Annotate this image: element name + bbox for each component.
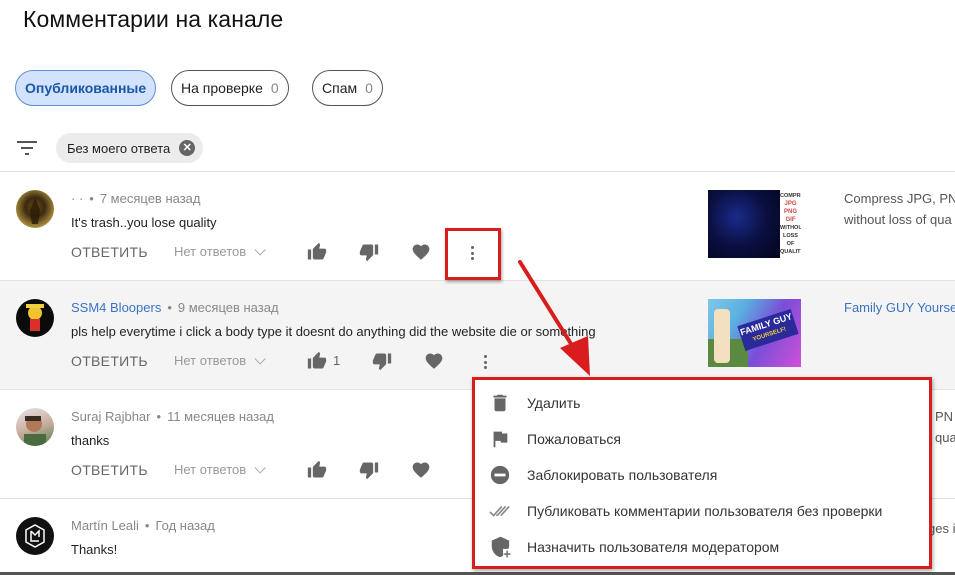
comment-text: Thanks! <box>71 542 118 557</box>
more-options-icon[interactable] <box>484 355 488 369</box>
comment-time[interactable]: 7 месяцев назад <box>100 191 201 206</box>
thumbs-down-icon[interactable] <box>372 351 392 371</box>
tab-count: 0 <box>365 80 373 96</box>
shield-plus-icon <box>491 536 511 558</box>
comment-meta: Martín Leali • Год назад <box>71 518 215 533</box>
tab-spam[interactable]: Спам 0 <box>312 70 383 106</box>
comment-text: thanks <box>71 433 110 448</box>
chevron-down-icon <box>254 243 266 256</box>
menu-item-label: Удалить <box>527 395 581 411</box>
menu-item-block-user[interactable]: Заблокировать пользователя <box>475 457 929 493</box>
thumbs-up-icon[interactable] <box>307 460 327 480</box>
video-thumbnail[interactable]: COMPRESS JPG PNG GIF WITHOUT LOSS OF QUA… <box>708 190 801 258</box>
replies-toggle[interactable]: Нет ответов <box>174 461 266 477</box>
reply-button[interactable]: ОТВЕТИТЬ <box>71 244 148 260</box>
video-title-line: without loss of qua <box>844 212 952 227</box>
comment-actions: ОТВЕТИТЬ <box>71 242 148 262</box>
video-title[interactable]: ges i <box>928 518 955 539</box>
comment-time[interactable]: 11 месяцев назад <box>167 409 274 424</box>
menu-item-label: Заблокировать пользователя <box>527 467 718 483</box>
avatar[interactable] <box>16 408 54 446</box>
tab-label: Спам <box>322 80 358 96</box>
video-title[interactable]: PN qua <box>935 406 955 448</box>
tab-published[interactable]: Опубликованные <box>15 70 157 106</box>
replies-label: Нет ответов <box>174 353 247 368</box>
heart-icon[interactable] <box>424 351 444 371</box>
like-count: 1 <box>333 353 341 368</box>
video-title[interactable]: Family GUY Yoursel <box>844 297 955 318</box>
comment-text: It's trash..you lose quality <box>71 215 217 230</box>
close-icon[interactable]: ✕ <box>179 140 196 156</box>
menu-item-approve-user[interactable]: Публиковать комментарии пользователя без… <box>475 493 929 529</box>
reply-button[interactable]: ОТВЕТИТЬ <box>71 462 148 478</box>
avatar[interactable] <box>16 190 54 228</box>
flag-icon <box>493 431 508 448</box>
comment-time[interactable]: Год назад <box>155 518 214 533</box>
thumb-text: JPG <box>784 201 797 207</box>
context-menu: Удалить Пожаловаться Заблокировать польз… <box>472 377 932 569</box>
comment-author[interactable]: Suraj Rajbhar <box>71 409 151 424</box>
comment-author[interactable]: Martín Leali <box>71 518 139 533</box>
chevron-down-icon <box>254 352 266 365</box>
thumb-text: PNG <box>783 209 797 215</box>
video-title-line: qua <box>935 430 955 445</box>
heart-icon[interactable] <box>411 460 431 480</box>
comment-time[interactable]: 9 месяцев назад <box>178 300 279 315</box>
thumb-text: GIF <box>785 217 796 223</box>
reply-button[interactable]: ОТВЕТИТЬ <box>71 353 148 369</box>
comment-text: pls help everytime i click a body type i… <box>71 324 596 339</box>
menu-item-label: Пожаловаться <box>527 431 622 447</box>
chevron-down-icon <box>254 461 266 474</box>
heart-icon[interactable] <box>411 242 431 262</box>
tab-review[interactable]: На проверке 0 <box>171 70 289 106</box>
video-title-line: PN <box>935 409 954 424</box>
video-thumbnail[interactable]: FAMILY GUY YOURSELF! <box>708 299 801 367</box>
replies-toggle[interactable]: Нет ответов <box>174 352 266 368</box>
highlight-box <box>445 228 501 280</box>
replies-label: Нет ответов <box>174 462 247 477</box>
trash-icon <box>493 394 507 412</box>
tab-label: На проверке <box>181 80 263 96</box>
comment-author[interactable]: · · <box>71 191 83 206</box>
comment-meta: · · • 7 месяцев назад <box>71 191 201 206</box>
replies-label: Нет ответов <box>174 244 247 259</box>
filter-chip-label: Без моего ответа <box>67 140 171 156</box>
thumb-text: QUALITY <box>780 249 801 255</box>
video-title[interactable]: Compress JPG, PNG without loss of qua <box>844 188 955 230</box>
comment-author[interactable]: SSM4 Bloopers <box>71 300 161 315</box>
comment-meta: Suraj Rajbhar • 11 месяцев назад <box>71 409 274 424</box>
thumbs-down-icon[interactable] <box>359 460 379 480</box>
thumbs-up-icon[interactable] <box>307 242 327 262</box>
comment-meta: SSM4 Bloopers • 9 месяцев назад <box>71 300 279 315</box>
menu-item-label: Публиковать комментарии пользователя без… <box>527 503 883 519</box>
double-check-icon <box>489 505 510 517</box>
menu-item-make-moderator[interactable]: Назначить пользователя модератором <box>475 529 929 565</box>
tab-count: 0 <box>270 80 279 96</box>
thumbs-down-icon[interactable] <box>359 242 379 262</box>
comment-row: SSM4 Bloopers • 9 месяцев назад pls help e… <box>0 281 955 390</box>
avatar[interactable] <box>16 517 54 555</box>
video-title-line: ges i <box>928 521 955 536</box>
comment-actions: ОТВЕТИТЬ <box>71 460 148 480</box>
thumb-text: COMPRESS <box>780 193 801 199</box>
thumb-text: LOSS OF <box>783 233 798 247</box>
tab-label: Опубликованные <box>25 80 147 96</box>
menu-item-report[interactable]: Пожаловаться <box>475 421 929 457</box>
block-icon <box>490 465 510 485</box>
video-title-line: Family GUY Yoursel <box>844 300 955 315</box>
filter-icon[interactable] <box>17 140 37 156</box>
video-title-line: Compress JPG, PNG <box>844 191 955 206</box>
comment-actions: ОТВЕТИТЬ <box>71 351 148 371</box>
avatar[interactable] <box>16 299 54 337</box>
replies-toggle[interactable]: Нет ответов <box>174 243 266 259</box>
thumb-text: WITHOUT <box>780 225 801 231</box>
filter-chip-no-reply: Без моего ответа ✕ <box>56 133 204 163</box>
comments-page: Комментарии на канале Опубликованные На … <box>0 0 955 575</box>
page-title: Комментарии на канале <box>23 6 284 32</box>
menu-item-label: Назначить пользователя модератором <box>527 539 780 555</box>
thumbs-up-icon[interactable] <box>307 351 327 371</box>
menu-item-delete[interactable]: Удалить <box>475 385 929 421</box>
